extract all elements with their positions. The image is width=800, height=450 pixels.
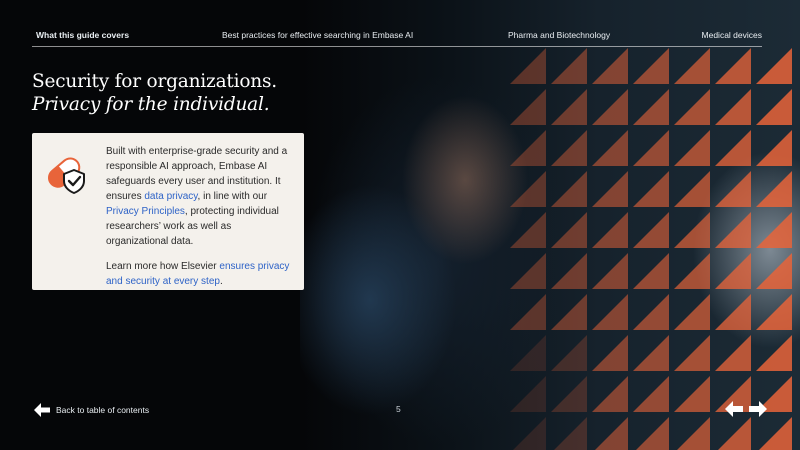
pattern-triangle (756, 89, 792, 125)
pattern-triangle (756, 48, 792, 84)
pattern-triangle (718, 417, 751, 450)
pattern-triangle (756, 335, 792, 371)
nav-item-best-practices[interactable]: Best practices for effective searching i… (222, 30, 413, 40)
pattern-triangle (633, 130, 669, 166)
pattern-triangle (551, 335, 587, 371)
pattern-triangle (756, 171, 792, 207)
pattern-triangle (633, 212, 669, 248)
pattern-triangle (592, 171, 628, 207)
pattern-triangle (551, 376, 587, 412)
pattern-triangle (551, 89, 587, 125)
pattern-triangle (592, 294, 628, 330)
pattern-triangle (715, 130, 751, 166)
pattern-triangle (510, 253, 546, 289)
pattern-triangle (633, 253, 669, 289)
pattern-triangle (633, 89, 669, 125)
pattern-triangle (551, 294, 587, 330)
card-text: , in line with our (197, 191, 268, 202)
pattern-triangle (715, 48, 751, 84)
previous-page-button[interactable] (725, 400, 743, 418)
page-navigation (725, 400, 767, 418)
next-page-button[interactable] (749, 400, 767, 418)
slide: What this guide covers Best practices fo… (0, 0, 800, 450)
pattern-triangle (715, 212, 751, 248)
pattern-triangle (595, 417, 628, 450)
pattern-triangle (592, 376, 628, 412)
pattern-triangle (715, 171, 751, 207)
pattern-triangle (592, 48, 628, 84)
pattern-triangle (633, 294, 669, 330)
pattern-triangle (551, 253, 587, 289)
pattern-triangle (510, 48, 546, 84)
pattern-triangle (510, 212, 546, 248)
top-navigation: What this guide covers Best practices fo… (32, 26, 762, 47)
pattern-triangle (715, 294, 751, 330)
pattern-triangle (715, 335, 751, 371)
pattern-triangle (756, 212, 792, 248)
pattern-triangle (510, 130, 546, 166)
card-body: Built with enterprise-grade security and… (106, 144, 296, 289)
pattern-triangle (674, 89, 710, 125)
pattern-triangle (633, 335, 669, 371)
pattern-triangle (592, 253, 628, 289)
pattern-triangle (510, 335, 546, 371)
card-text: Learn more how Elsevier (106, 261, 220, 272)
pattern-triangle (592, 212, 628, 248)
privacy-principles-link[interactable]: Privacy Principles (106, 206, 185, 217)
pattern-triangle (636, 417, 669, 450)
pattern-triangle (513, 417, 546, 450)
pattern-triangle (592, 89, 628, 125)
pattern-triangle (674, 376, 710, 412)
pattern-triangle (551, 48, 587, 84)
pattern-triangle (551, 130, 587, 166)
page-title: Security for organizations. Privacy for … (32, 70, 302, 116)
pattern-triangle (674, 130, 710, 166)
pattern-triangle (510, 89, 546, 125)
pattern-triangle (592, 335, 628, 371)
pattern-triangle (592, 130, 628, 166)
pattern-triangle (674, 212, 710, 248)
card-paragraph-2: Learn more how Elsevier ensures privacy … (106, 259, 296, 289)
pattern-triangle (554, 417, 587, 450)
pattern-triangle (633, 48, 669, 84)
pattern-triangle (677, 417, 710, 450)
pattern-triangle (633, 171, 669, 207)
pattern-triangle (759, 417, 792, 450)
pattern-triangle (674, 253, 710, 289)
pattern-triangle (756, 130, 792, 166)
page-number: 5 (396, 404, 401, 414)
pattern-triangle (715, 253, 751, 289)
pattern-triangle (674, 335, 710, 371)
card-text: . (219, 276, 223, 287)
nav-item-medical-devices[interactable]: Medical devices (702, 30, 762, 40)
pattern-triangle (674, 48, 710, 84)
back-label: Back to table of contents (56, 405, 150, 415)
nav-item-pharma-biotech[interactable]: Pharma and Biotechnology (508, 30, 610, 40)
headline-line-2: Privacy for the individual. (32, 94, 270, 115)
pattern-triangle (715, 89, 751, 125)
back-to-contents-button[interactable]: Back to table of contents (34, 402, 149, 418)
pattern-triangle (510, 376, 546, 412)
pattern-triangle (510, 171, 546, 207)
card-paragraph-1: Built with enterprise-grade security and… (106, 144, 296, 249)
nav-item-what-this-guide-covers[interactable]: What this guide covers (36, 30, 129, 40)
pattern-triangle (551, 212, 587, 248)
pattern-triangle (674, 171, 710, 207)
pattern-triangle (674, 294, 710, 330)
pattern-triangle (756, 294, 792, 330)
arrow-left-icon (34, 403, 50, 417)
pattern-triangle (510, 294, 546, 330)
pattern-triangle (756, 253, 792, 289)
pill-shield-check-icon (47, 157, 85, 194)
pattern-triangle (633, 376, 669, 412)
pattern-triangle (551, 171, 587, 207)
data-privacy-link[interactable]: data privacy (144, 191, 197, 202)
info-card: Built with enterprise-grade security and… (32, 133, 304, 290)
headline-line-1: Security for organizations. (32, 71, 277, 92)
